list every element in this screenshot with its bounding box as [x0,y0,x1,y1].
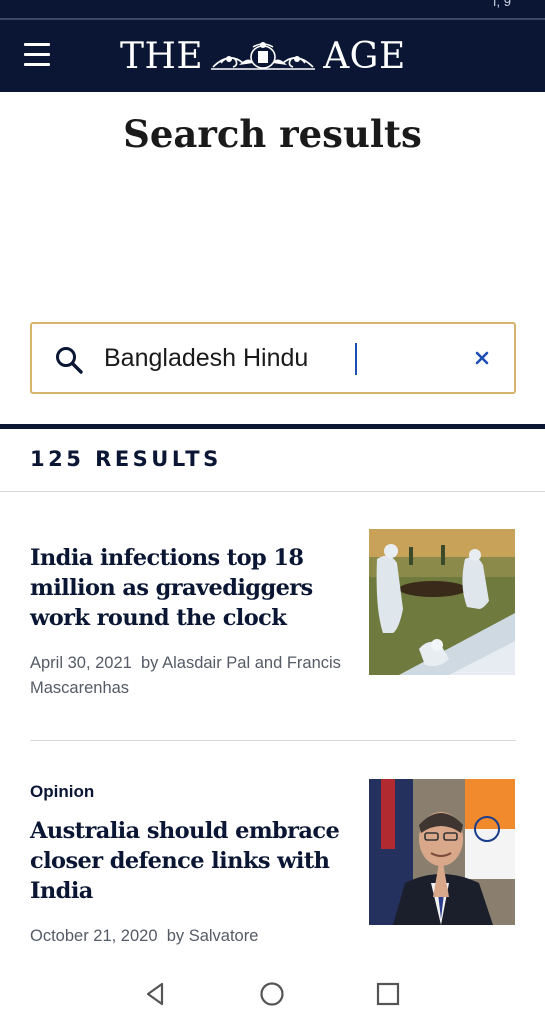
hamburger-menu-icon[interactable] [24,43,50,67]
search-icon[interactable] [54,345,84,375]
home-circle-icon[interactable] [258,980,286,1008]
article-thumbnail[interactable] [369,779,515,925]
status-fragment: ı, 9 [492,0,511,9]
article-date: April 30, 2021 [30,654,132,672]
article-card[interactable]: India infections top 18 million as grave… [30,529,516,701]
article-meta: April 30, 2021 by Alasdair Pal and Franc… [30,651,348,701]
search-input[interactable] [104,338,464,378]
results-count: 125 RESULTS [30,447,222,471]
system-nav-bar [0,964,545,1024]
article-thumbnail[interactable] [369,529,515,675]
recents-square-icon[interactable] [374,980,402,1008]
results-divider [0,491,545,492]
article-divider [30,740,516,741]
article-byline: by Salvatore [166,927,259,945]
logo-word-age: AGE [323,35,406,77]
status-bar: ı, 9 [0,0,545,18]
article-headline[interactable]: India infections top 18 million as grave… [30,543,348,633]
section-rule [0,424,545,429]
coat-of-arms-icon [211,42,316,70]
article-headline[interactable]: Australia should embrace closer defence … [30,816,348,906]
article-date: October 21, 2020 [30,927,158,945]
back-triangle-icon[interactable] [142,980,170,1008]
site-logo[interactable]: THE AGE [120,34,406,78]
masthead: THE AGE [0,20,545,92]
search-box[interactable] [30,322,516,394]
page-title: Search results [123,112,422,156]
article-meta: October 21, 2020 by Salvatore [30,924,348,949]
close-icon[interactable] [472,348,492,368]
article-card[interactable]: Opinion Australia should embrace closer … [30,779,516,949]
text-caret [355,343,357,375]
logo-word-the: THE [120,35,204,77]
